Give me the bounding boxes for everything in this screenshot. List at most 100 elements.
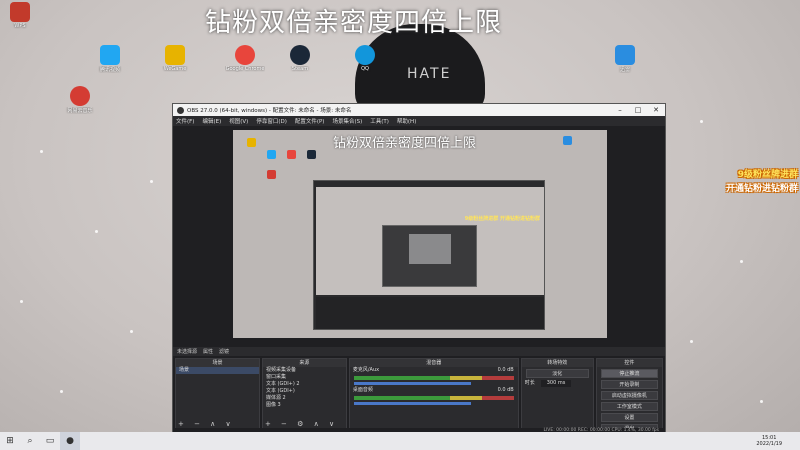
- settings-button[interactable]: 设置: [600, 413, 658, 422]
- promo-line-2: 开通钻粉进钻粉群: [725, 184, 798, 194]
- sources-dock: 来源 视频采集设备 窗口采集 文本 (GDI+) 2 文本 (GDI+) 媒体源…: [261, 358, 347, 430]
- start-recording-button[interactable]: 开始录制: [600, 380, 658, 389]
- mixer-dock: 混音器 麦克风/Aux 0.0 dB 桌面音频 0.0 dB: [348, 358, 519, 430]
- scenes-dock-title: 场景: [176, 359, 259, 367]
- scene-controls[interactable]: + − ∧ ∨: [178, 420, 235, 428]
- snowflake: [130, 330, 133, 333]
- desktop-icon-wegame[interactable]: WeGame: [155, 45, 195, 72]
- volume-slider[interactable]: [353, 402, 472, 405]
- desktop-icon-netease-music[interactable]: 网易云音乐: [60, 86, 100, 114]
- menu-docks[interactable]: 停靠窗口(D): [256, 117, 287, 125]
- nested-docks: [316, 297, 544, 329]
- nested-promo: 9级粉丝牌进群 开通钻粉进钻粉群: [464, 216, 540, 222]
- close-icon[interactable]: ✕: [647, 106, 665, 114]
- preview-mini-icon: [307, 150, 316, 159]
- controls-dock: 控件 停止推流 开始录制 启动虚拟摄像机 工作室模式 设置 退出: [595, 358, 663, 433]
- transitions-dock-title: 转场特效: [521, 359, 593, 367]
- obs-preview[interactable]: 钻粉双倍亲密度四倍上限 9级粉丝牌进群 开通钻粉进钻粉群: [233, 130, 607, 338]
- snowflake: [150, 180, 153, 183]
- transition-select[interactable]: 淡化: [525, 369, 589, 378]
- snowflake: [20, 300, 23, 303]
- source-controls[interactable]: + − ⚙ ∧ ∨: [265, 420, 338, 428]
- stop-streaming-button[interactable]: 停止推流: [600, 369, 658, 378]
- chrome-icon: [235, 45, 255, 65]
- netease-music-icon: [70, 86, 90, 106]
- desktop-icon-qq[interactable]: QQ: [345, 45, 385, 72]
- mixer-track-name: 桌面音频 0.0 dB: [352, 387, 514, 393]
- nested-preview-2: [382, 225, 477, 287]
- audio-meter: [353, 396, 514, 400]
- menu-file[interactable]: 文件(F): [176, 117, 194, 125]
- no-source-label: 未选择源: [177, 349, 198, 355]
- menu-tools[interactable]: 工具(T): [370, 117, 389, 125]
- nested-preview-3: [409, 234, 451, 264]
- obs-docks: 场景 场景 + − ∧ ∨ 来源 视频采集设备 窗口采集 文本 (GDI+) 2…: [173, 358, 665, 433]
- desktop-icon-wps[interactable]: WPS: [0, 2, 40, 29]
- windows-start-icon[interactable]: ⊞: [0, 432, 20, 450]
- studio-mode-button[interactable]: 工作室模式: [600, 402, 658, 411]
- obs-window[interactable]: OBS 27.0.0 (64-bit, windows) - 配置文件: 未命名…: [172, 103, 666, 435]
- properties-button[interactable]: 属性: [203, 348, 213, 355]
- preview-banner: 钻粉双倍亲密度四倍上限: [333, 136, 477, 151]
- obs-taskbar-icon[interactable]: ●: [60, 432, 80, 450]
- snowflake: [740, 260, 743, 263]
- window-controls: – □ ✕: [611, 106, 665, 114]
- snowflake: [40, 150, 43, 153]
- source-item[interactable]: 视频采集设备: [263, 367, 346, 374]
- menu-profile[interactable]: 配置文件(P): [295, 117, 325, 125]
- search-icon[interactable]: ⌕: [20, 432, 40, 450]
- preview-mini-icon: [267, 170, 276, 179]
- promo-overlay: 9级粉丝牌进群 开通钻粉进钻粉群: [726, 168, 798, 196]
- system-clock[interactable]: 15:01 2022/1/19: [756, 435, 800, 447]
- sources-dock-title: 来源: [262, 359, 346, 367]
- source-toolbar: 未选择源 属性 滤镜: [173, 347, 665, 356]
- obs-title: OBS 27.0.0 (64-bit, windows) - 配置文件: 未命名…: [187, 108, 352, 114]
- mixer-track-name: 麦克风/Aux 0.0 dB: [352, 367, 514, 373]
- snowflake: [95, 230, 98, 233]
- scenes-dock: 场景 场景 + − ∧ ∨: [175, 358, 260, 430]
- snowflake: [60, 390, 63, 393]
- preview-mini-icon: [287, 150, 296, 159]
- mixer-dock-title: 混音器: [349, 359, 518, 367]
- menu-view[interactable]: 视图(V): [229, 117, 248, 125]
- tencent-video-icon: [100, 45, 120, 65]
- menu-edit[interactable]: 编辑(E): [202, 117, 221, 125]
- maximize-icon[interactable]: □: [629, 106, 647, 114]
- desktop-icon-tencent-video[interactable]: 腾讯视频: [90, 45, 130, 73]
- preview-mini-icon: [267, 150, 276, 159]
- source-item[interactable]: 窗口采集: [263, 374, 346, 381]
- duration-row: 时长 300 ms: [522, 380, 593, 387]
- menu-help[interactable]: 帮助(H): [397, 117, 416, 125]
- obs-logo-icon: [177, 106, 184, 114]
- thunder-icon: [615, 45, 635, 65]
- scene-item[interactable]: 场景: [176, 367, 259, 374]
- source-item[interactable]: 图像 3: [263, 402, 346, 409]
- transitions-dock: 转场特效 淡化 时长 300 ms: [520, 358, 594, 430]
- desktop-icon-chrome[interactable]: Google Chrome: [225, 45, 265, 72]
- filters-button[interactable]: 滤镜: [219, 348, 229, 355]
- volume-slider[interactable]: [353, 382, 472, 385]
- nested-preview: 9级粉丝牌进群 开通钻粉进钻粉群: [316, 187, 544, 295]
- wegame-icon: [165, 45, 185, 65]
- steam-icon: [290, 45, 310, 65]
- snowflake: [690, 340, 693, 343]
- qq-icon: [355, 45, 375, 65]
- preview-mini-icon: [563, 136, 572, 145]
- nested-obs-window: 9级粉丝牌进群 开通钻粉进钻粉群: [313, 180, 545, 330]
- desktop-icon-steam[interactable]: Steam: [280, 45, 320, 72]
- audio-meter: [353, 376, 514, 380]
- source-item[interactable]: 媒体源 2: [263, 395, 346, 402]
- preview-mini-icon: [247, 138, 256, 147]
- menu-scene-collection[interactable]: 场景集合(S): [332, 117, 362, 125]
- task-view-icon[interactable]: ▭: [40, 432, 60, 450]
- source-item[interactable]: 文本 (GDI+): [263, 388, 346, 395]
- snowflake: [760, 400, 763, 403]
- desktop-icon-thunder[interactable]: 迅雷: [605, 45, 645, 73]
- promo-line-1: 9级粉丝牌进群: [737, 170, 798, 180]
- minimize-icon[interactable]: –: [611, 106, 629, 114]
- duration-input[interactable]: 300 ms: [540, 380, 572, 387]
- clock-date: 2022/1/19: [756, 441, 782, 447]
- obs-titlebar[interactable]: OBS 27.0.0 (64-bit, windows) - 配置文件: 未命名…: [173, 104, 665, 116]
- virtual-camera-button[interactable]: 启动虚拟摄像机: [600, 391, 658, 400]
- source-item[interactable]: 文本 (GDI+) 2: [263, 381, 346, 388]
